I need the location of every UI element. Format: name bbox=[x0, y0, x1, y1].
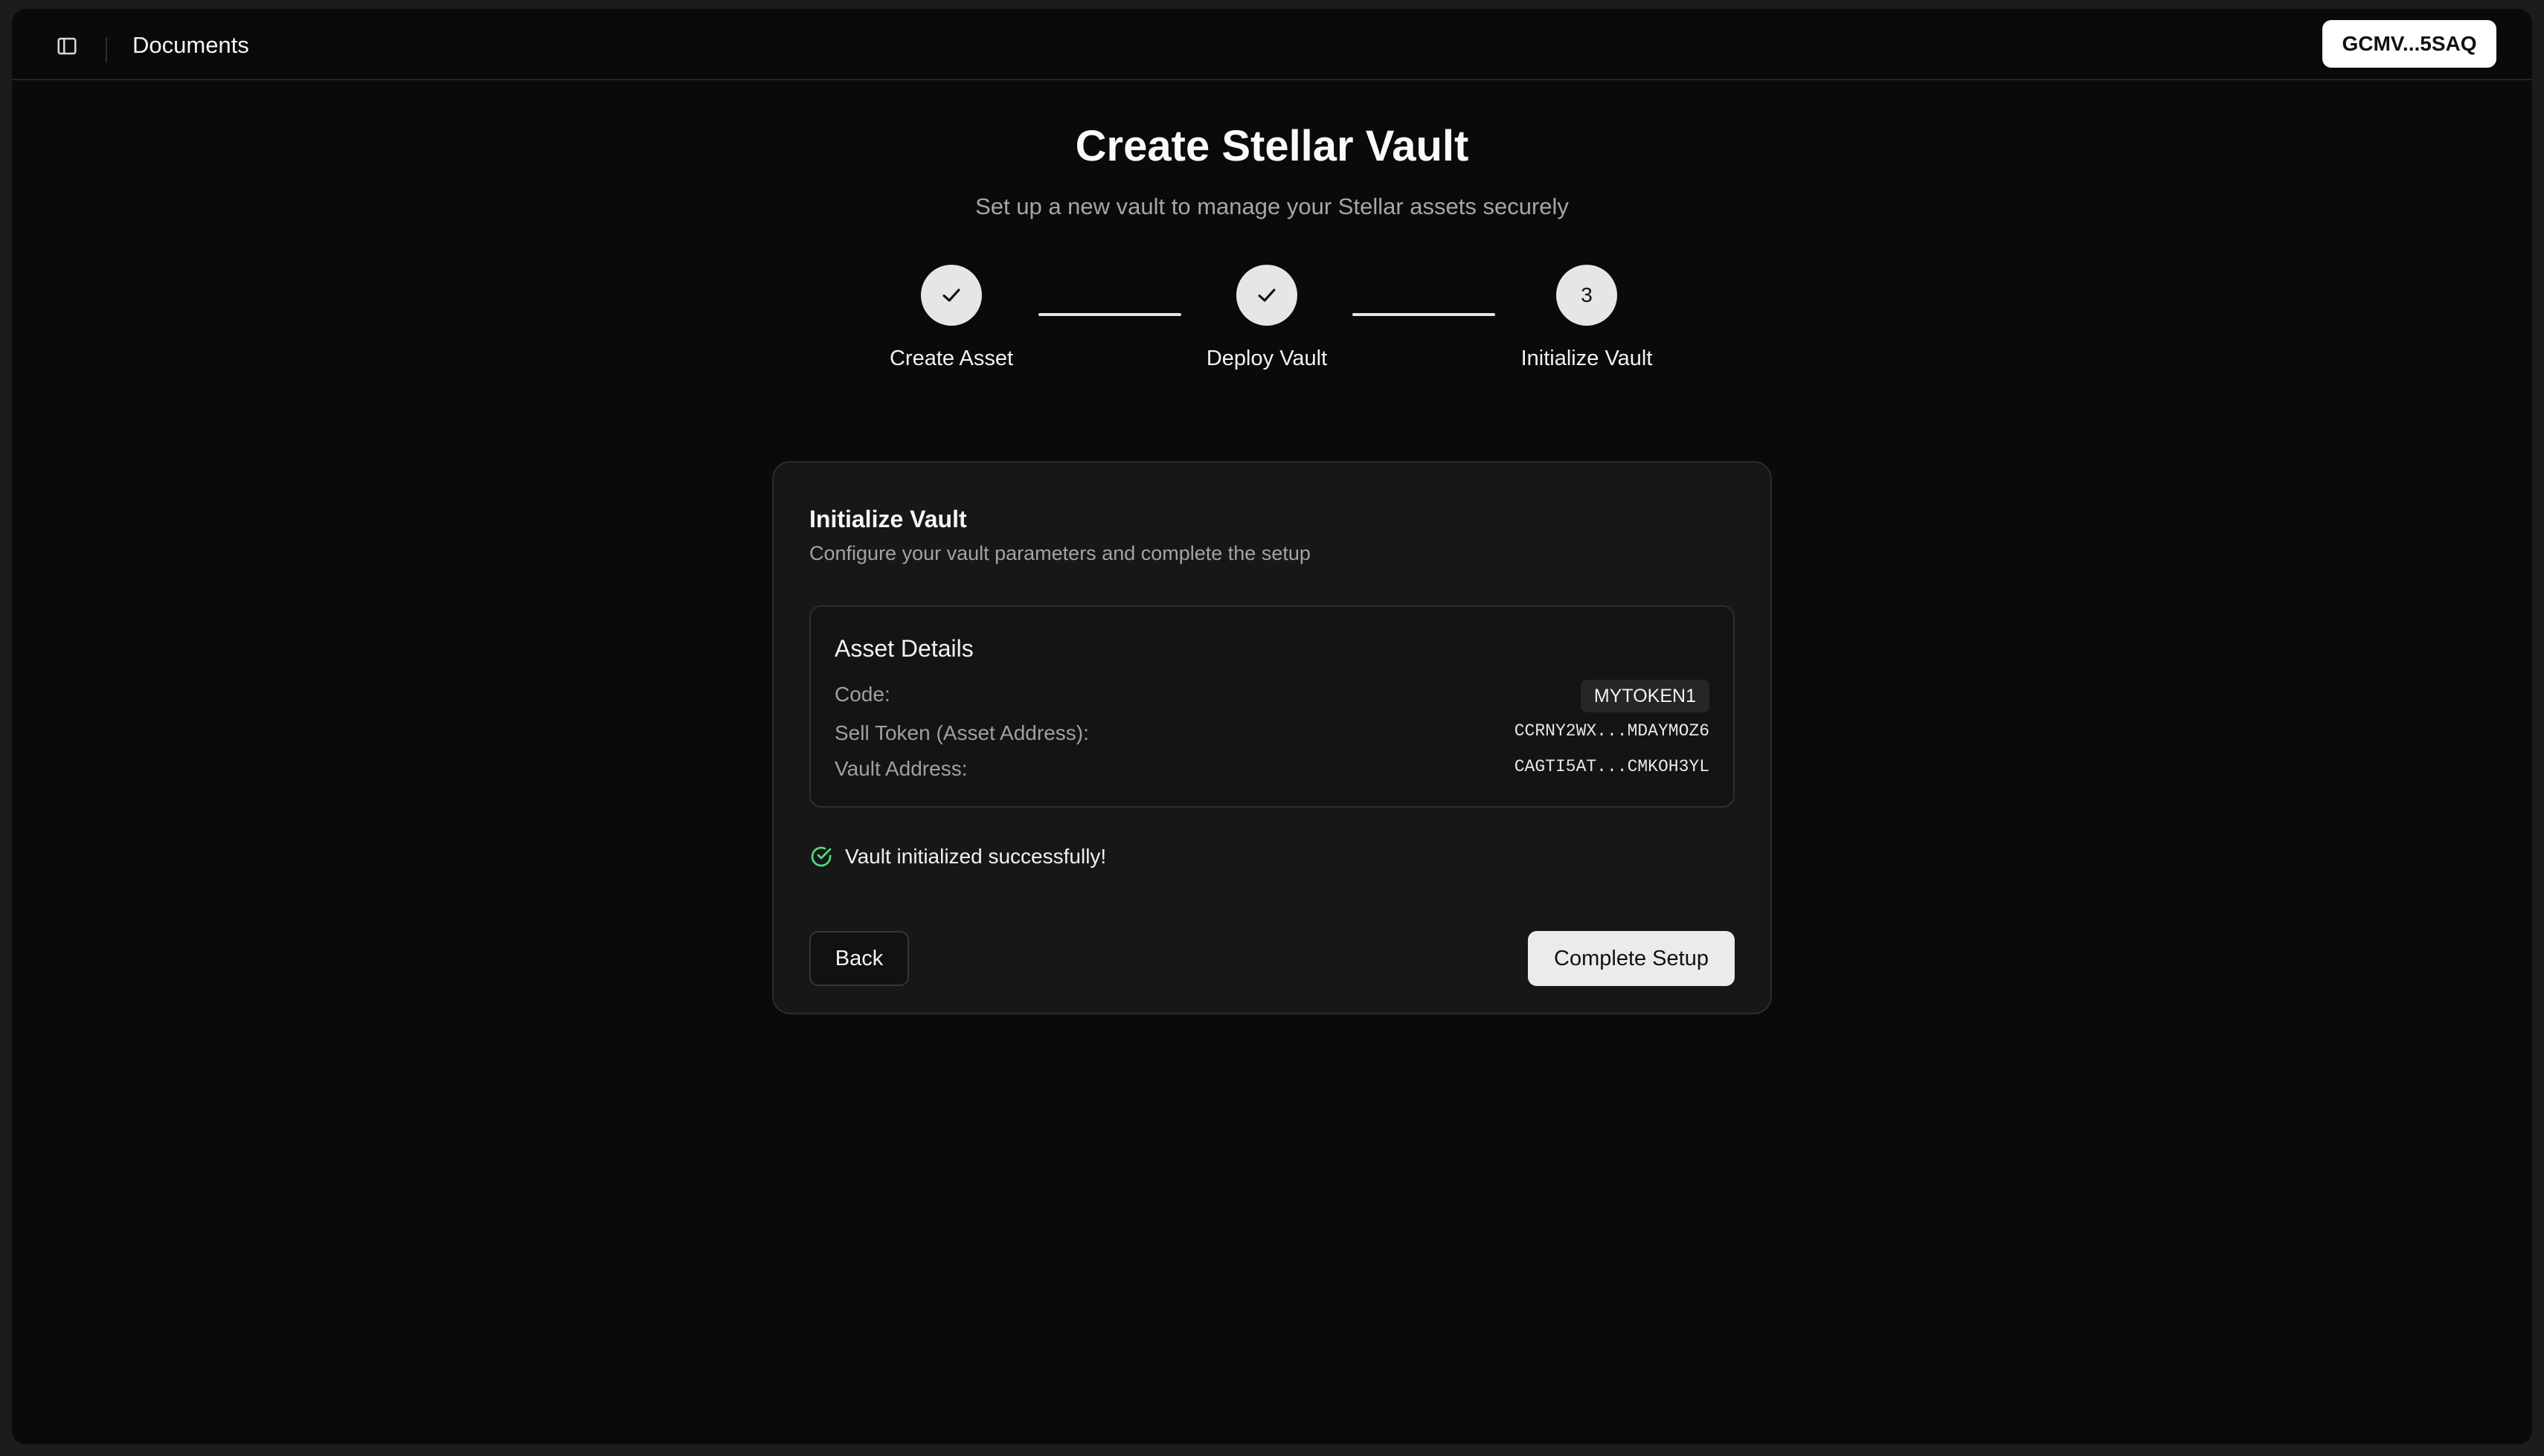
code-label: Code: bbox=[835, 683, 890, 706]
step-2-label: Deploy Vault bbox=[1206, 347, 1328, 370]
vault-address-value: CAGTI5AT...CMKOH3YL bbox=[1514, 757, 1709, 776]
asset-code-badge: MYTOKEN1 bbox=[1580, 680, 1709, 712]
complete-setup-button[interactable]: Complete Setup bbox=[1528, 931, 1735, 986]
initialize-vault-card: Initialize Vault Configure your vault pa… bbox=[772, 461, 1772, 1014]
wallet-address-button[interactable]: GCMV...5SAQ bbox=[2322, 20, 2496, 68]
step-connector-1 bbox=[1038, 313, 1181, 316]
asset-details-title: Asset Details bbox=[835, 635, 974, 662]
vault-address-label: Vault Address: bbox=[835, 757, 968, 780]
check-icon bbox=[1258, 289, 1276, 302]
step-1-indicator bbox=[921, 265, 982, 326]
top-bar: Documents GCMV...5SAQ bbox=[12, 9, 2532, 80]
step-3-label: Initialize Vault bbox=[1520, 347, 1653, 370]
step-1-label: Create Asset bbox=[889, 347, 1014, 370]
app-window: Documents GCMV...5SAQ Create Stellar Vau… bbox=[12, 9, 2532, 1444]
step-connector-2 bbox=[1352, 313, 1495, 316]
asset-details-panel: Asset Details Code: MYTOKEN1 Sell Token … bbox=[809, 605, 1735, 808]
sell-token-label: Sell Token (Asset Address): bbox=[835, 721, 1089, 744]
page-subtitle: Set up a new vault to manage your Stella… bbox=[975, 193, 1569, 219]
card-title: Initialize Vault bbox=[809, 506, 967, 532]
card-description: Configure your vault parameters and comp… bbox=[809, 542, 1311, 564]
sidebar-toggle-button[interactable] bbox=[48, 27, 86, 65]
check-icon bbox=[942, 289, 960, 302]
breadcrumb-title: Documents bbox=[132, 32, 249, 58]
status-text: Vault initialized successfully! bbox=[845, 845, 1107, 868]
sidebar-panel-icon bbox=[57, 37, 77, 55]
check-circle-icon bbox=[811, 846, 832, 867]
status-message: Vault initialized successfully! bbox=[809, 842, 1106, 872]
page-title: Create Stellar Vault bbox=[1075, 122, 1469, 170]
step-3-indicator: 3 bbox=[1556, 265, 1617, 326]
step-2-indicator bbox=[1236, 265, 1297, 326]
sell-token-address: CCRNY2WX...MDAYMOZ6 bbox=[1514, 721, 1709, 741]
back-button[interactable]: Back bbox=[809, 931, 909, 986]
header-divider bbox=[106, 37, 107, 62]
